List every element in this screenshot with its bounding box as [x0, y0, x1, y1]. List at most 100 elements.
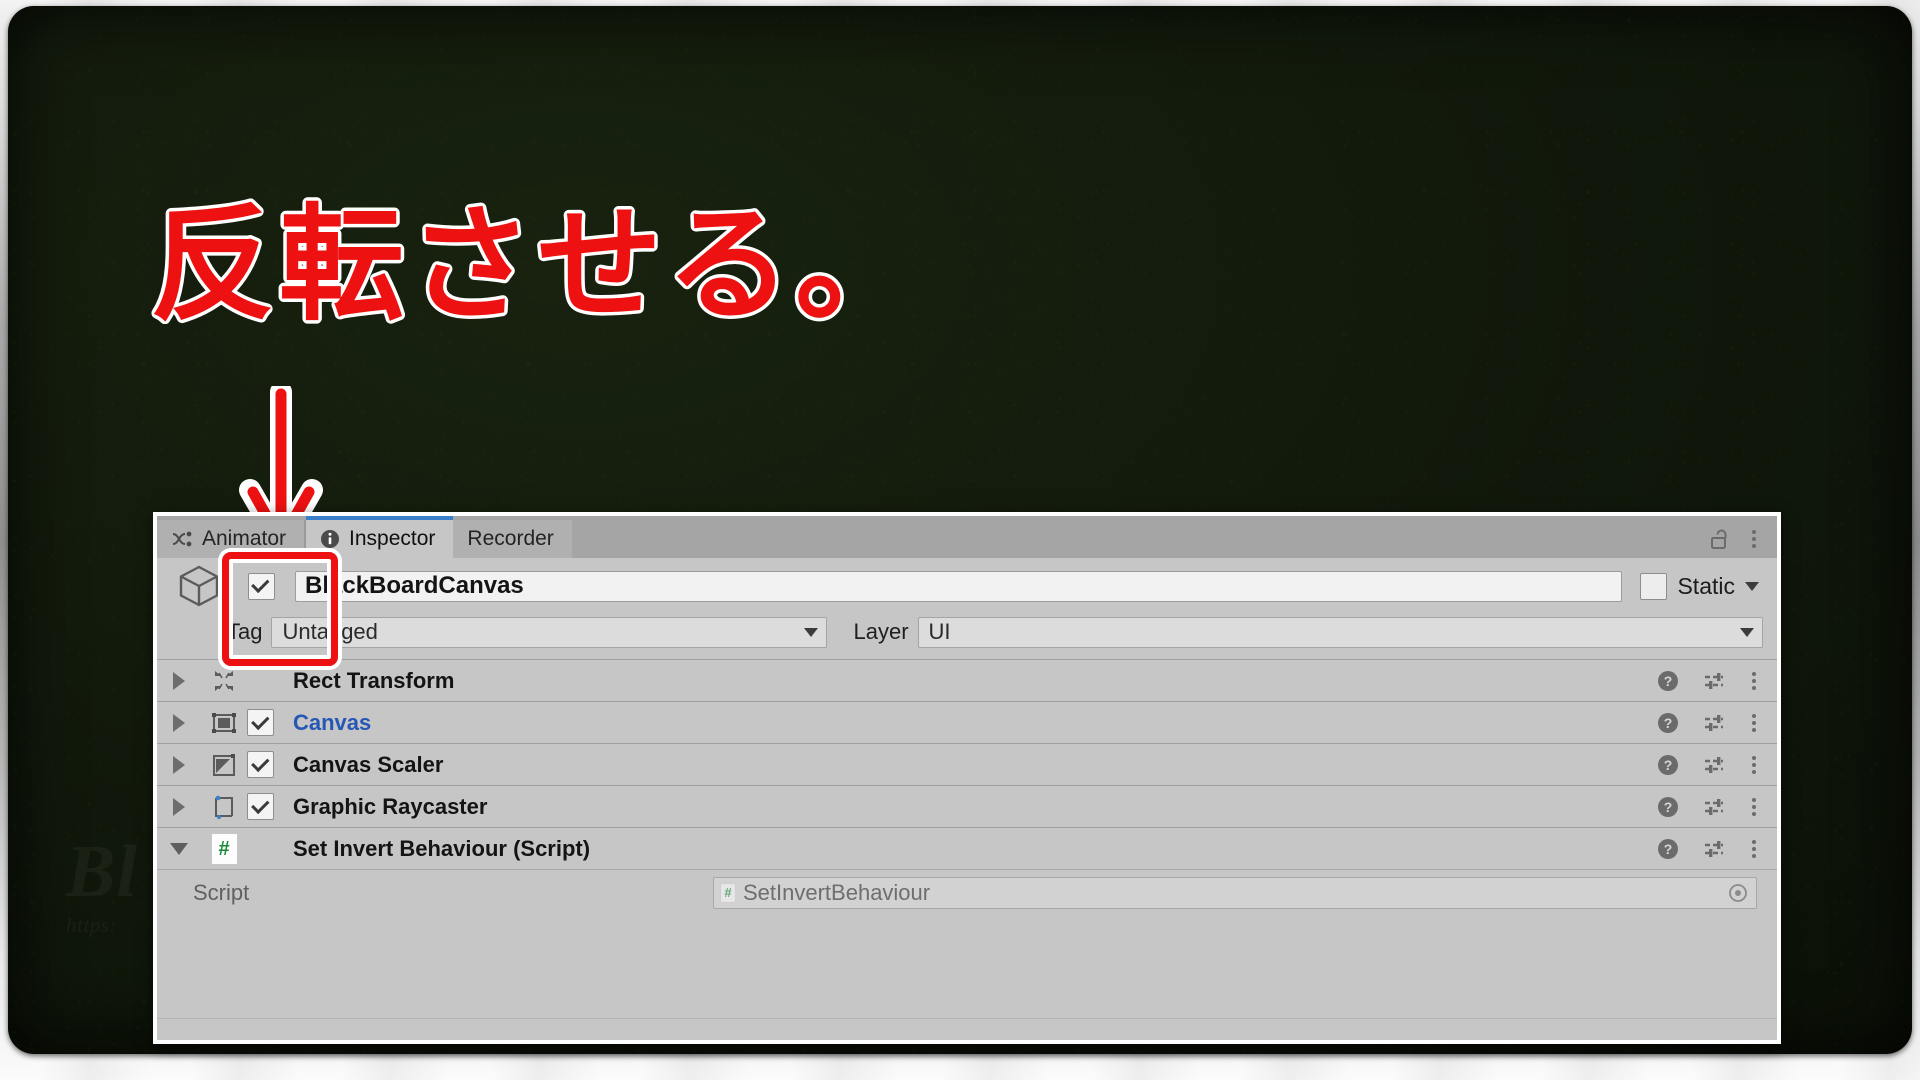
help-icon[interactable]: ? — [1657, 838, 1679, 860]
chevron-down-icon — [170, 842, 188, 855]
component-row-canvas[interactable]: Canvas ? — [157, 701, 1777, 743]
cube-icon — [171, 562, 227, 610]
help-icon[interactable]: ? — [1657, 712, 1679, 734]
foldout-arrow-canvas[interactable] — [157, 713, 201, 732]
tab-inspector-label: Inspector — [349, 527, 436, 550]
help-icon[interactable]: ? — [1657, 670, 1679, 692]
preset-icon[interactable] — [1703, 670, 1727, 692]
svg-text:?: ? — [1664, 841, 1673, 857]
tag-label: Tag — [227, 619, 263, 644]
layer-label: Layer — [853, 619, 909, 644]
kebab-menu-icon[interactable] — [1751, 838, 1757, 860]
unity-inspector-panel: Animator Inspector Recorder BlackBoardCa… — [153, 512, 1781, 1044]
canvas-scaler-icon — [201, 751, 247, 779]
component-title-canvas[interactable]: Canvas — [287, 710, 1657, 736]
tab-animator-label: Animator — [202, 527, 287, 550]
component-tools: ? — [1657, 838, 1757, 860]
component-row-canvas-scaler[interactable]: Canvas Scaler ? — [157, 743, 1777, 785]
layer-value: UI — [928, 619, 951, 644]
tabbar-filler — [571, 520, 1700, 558]
component-tools: ? — [1657, 712, 1757, 734]
component-list: Rect Transform ? Canvas ? Canvas Scaler … — [157, 659, 1777, 1018]
chevron-right-icon — [173, 671, 185, 690]
component-title-set-invert-behaviour: Set Invert Behaviour (Script) — [293, 835, 591, 861]
animator-icon — [171, 530, 193, 548]
preset-icon[interactable] — [1703, 838, 1727, 860]
tag-dropdown[interactable]: Untagged — [271, 616, 828, 648]
lock-open-icon[interactable] — [1710, 528, 1729, 550]
canvas-icon — [201, 709, 247, 737]
panel-bottom-edge — [157, 1018, 1777, 1040]
csharp-script-glyph-small: # — [720, 882, 736, 903]
component-row-graphic-raycaster[interactable]: Graphic Raycaster ? — [157, 785, 1777, 827]
gameobject-enabled-checkbox[interactable] — [247, 572, 275, 600]
svg-text:?: ? — [1664, 715, 1673, 731]
static-group: Static — [1640, 572, 1763, 600]
script-property-row: Script # SetInvertBehaviour — [157, 869, 1777, 915]
rect-transform-icon — [201, 667, 247, 695]
watermark-url: https: — [66, 913, 117, 937]
tab-recorder-label: Recorder — [467, 527, 554, 550]
static-checkbox[interactable] — [1640, 572, 1668, 600]
component-toggle-graphic-raycaster-wrap — [247, 793, 287, 820]
preset-icon[interactable] — [1703, 754, 1727, 776]
component-toggle-canvas-scaler-wrap — [247, 751, 287, 778]
csharp-script-glyph: # — [210, 832, 238, 865]
tag-layer-row: Tag Untagged Layer UI — [171, 615, 1763, 649]
script-property-label: Script — [193, 879, 250, 905]
kebab-menu-icon[interactable] — [1751, 754, 1757, 776]
foldout-arrow-graphic-raycaster[interactable] — [157, 797, 201, 816]
inspector-tabbar: Animator Inspector Recorder — [157, 516, 1777, 558]
inspector-window-tools — [1700, 520, 1777, 558]
script-object-field[interactable]: # SetInvertBehaviour — [713, 876, 1757, 909]
chevron-right-icon — [173, 713, 185, 732]
layer-dropdown[interactable]: UI — [917, 616, 1763, 648]
help-icon[interactable]: ? — [1657, 796, 1679, 818]
component-title-canvas-scaler: Canvas Scaler — [293, 751, 444, 777]
preset-icon[interactable] — [1703, 712, 1727, 734]
tab-animator[interactable]: Animator — [157, 520, 305, 558]
component-row-set-invert-behaviour[interactable]: # Set Invert Behaviour (Script) ? — [157, 827, 1777, 869]
svg-text:?: ? — [1664, 757, 1673, 773]
script-icon: # — [201, 832, 247, 865]
foldout-arrow-rect-transform[interactable] — [157, 671, 201, 690]
component-title-graphic-raycaster: Graphic Raycaster — [293, 793, 488, 819]
component-title-rect-transform: Rect Transform — [293, 667, 455, 693]
component-enabled-checkbox[interactable] — [247, 751, 274, 778]
watermark-title: Bl — [66, 831, 138, 913]
component-tools: ? — [1657, 754, 1757, 776]
component-tools: ? — [1657, 670, 1757, 692]
layer-chevron-down-icon — [1740, 627, 1754, 637]
object-picker-icon[interactable] — [1728, 883, 1748, 903]
svg-text:?: ? — [1664, 799, 1673, 815]
kebab-menu-icon[interactable] — [1751, 712, 1757, 734]
gameobject-name-row: BlackBoardCanvas Static — [171, 565, 1763, 607]
component-tools: ? — [1657, 796, 1757, 818]
preset-icon[interactable] — [1703, 796, 1727, 818]
tag-chevron-down-icon — [804, 627, 819, 637]
raycaster-icon — [201, 793, 247, 821]
tab-recorder[interactable]: Recorder — [453, 520, 572, 558]
foldout-arrow-set-invert-behaviour[interactable] — [157, 842, 201, 855]
foldout-arrow-canvas-scaler[interactable] — [157, 755, 201, 774]
kebab-menu-icon[interactable] — [1751, 670, 1757, 692]
screenshot-stage: Bl https: 反転させる。 Animator Inspector Reco… — [0, 0, 1920, 1080]
component-enabled-checkbox[interactable] — [247, 709, 274, 736]
component-enabled-checkbox[interactable] — [247, 793, 274, 820]
static-label: Static — [1677, 572, 1735, 599]
chevron-right-icon — [173, 755, 185, 774]
kebab-menu-icon[interactable] — [1751, 528, 1757, 550]
chevron-right-icon — [173, 797, 185, 816]
tag-value: Untagged — [282, 619, 378, 644]
watermark: Bl https: — [66, 835, 138, 936]
help-icon[interactable]: ? — [1657, 754, 1679, 776]
kebab-menu-icon[interactable] — [1751, 796, 1757, 818]
svg-text:?: ? — [1664, 673, 1673, 689]
script-object-value: SetInvertBehaviour — [743, 879, 931, 905]
gameobject-enabled-toggle-wrap — [227, 572, 295, 600]
tab-inspector[interactable]: Inspector — [306, 516, 454, 558]
component-row-rect-transform[interactable]: Rect Transform ? — [157, 659, 1777, 701]
gameobject-name-input[interactable]: BlackBoardCanvas — [295, 570, 1623, 602]
static-dropdown-chevron-down-icon[interactable] — [1745, 581, 1759, 591]
component-toggle-canvas-wrap — [247, 709, 287, 736]
